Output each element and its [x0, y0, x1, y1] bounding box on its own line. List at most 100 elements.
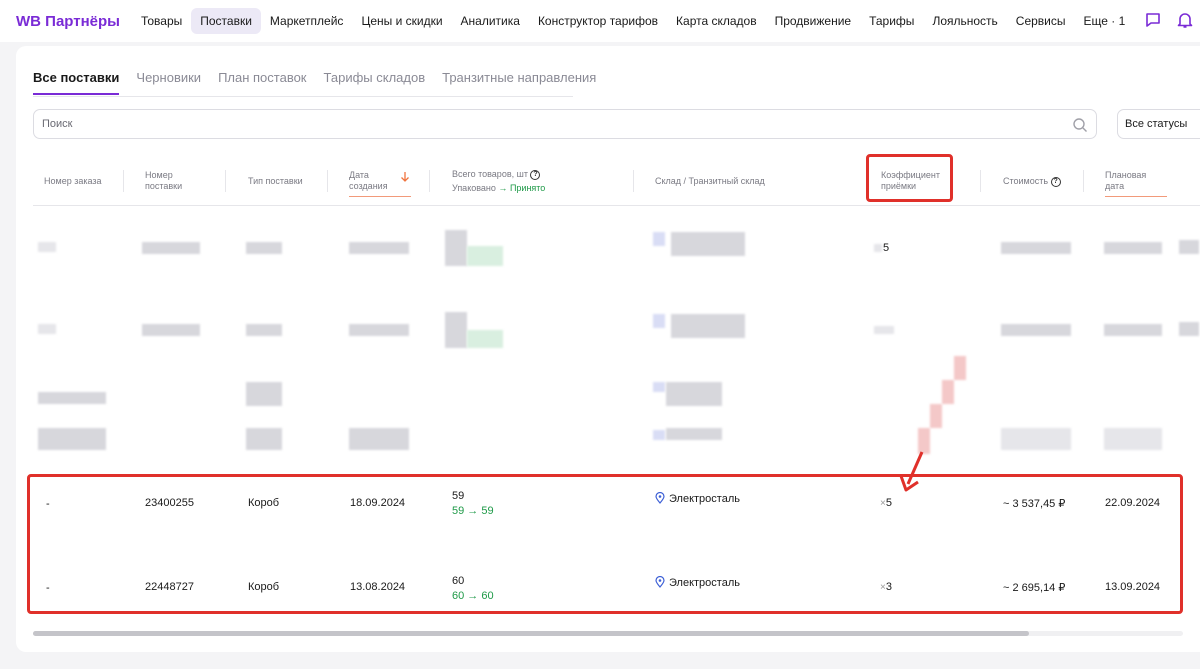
- blurred-cell: [38, 392, 106, 404]
- annotation-arrow-segment: [954, 356, 966, 380]
- tabs-divider: [33, 96, 573, 97]
- supply-tabs: Все поставки Черновики План поставок Тар…: [33, 70, 596, 95]
- col-supply-type: Тип поставки: [248, 176, 303, 186]
- blurred-cell: [445, 312, 467, 348]
- col-separator: [980, 170, 981, 192]
- col-supply-number-line2: поставки: [145, 181, 183, 191]
- highlight-coef-header: [866, 154, 953, 202]
- tab-supply-plan[interactable]: План поставок: [218, 70, 306, 95]
- top-bar: WB Партнёры Товары Поставки Маркетплейс …: [0, 0, 1200, 42]
- col-supply-number-line1: Номер: [145, 170, 173, 180]
- col-accepted-label: Принято: [509, 183, 546, 193]
- search-input[interactable]: Поиск: [33, 109, 1097, 139]
- blurred-cell: [246, 382, 282, 406]
- blurred-cell: [1001, 242, 1071, 254]
- nav-item-goods[interactable]: Товары: [132, 8, 191, 34]
- col-packed-label: Упаковано: [452, 183, 496, 193]
- col-planned-line1: Плановая: [1105, 170, 1147, 180]
- blurred-cell: [1179, 240, 1199, 254]
- annotation-arrow-segment: [942, 380, 954, 404]
- blurred-cell: [671, 232, 745, 256]
- nav-item-analytics[interactable]: Аналитика: [452, 8, 529, 34]
- tab-warehouse-tariffs[interactable]: Тарифы складов: [324, 70, 426, 95]
- col-created-line2: создания: [349, 181, 388, 191]
- col-order-number: Номер заказа: [44, 176, 102, 186]
- status-filter-select[interactable]: Все статусы: [1117, 109, 1200, 139]
- blurred-cell: [38, 428, 106, 450]
- blurred-cell: [467, 246, 503, 266]
- blurred-cell: [874, 326, 894, 334]
- col-planned-date[interactable]: Плановая дата: [1105, 170, 1146, 192]
- blurred-cell: [246, 324, 282, 336]
- col-separator: [225, 170, 226, 192]
- blurred-cell: [349, 242, 409, 254]
- blurred-cell: [874, 244, 882, 252]
- blurred-cell: [653, 430, 665, 440]
- nav-item-services[interactable]: Сервисы: [1007, 8, 1075, 34]
- col-warehouse: Склад / Транзитный склад: [655, 176, 765, 186]
- blurred-cell: [1179, 322, 1199, 336]
- col-planned-line2: дата: [1105, 181, 1125, 191]
- blurred-cell: [445, 230, 467, 266]
- blurred-cell: [1104, 242, 1162, 254]
- col-supply-number: Номер поставки: [145, 170, 182, 192]
- col-separator: [1083, 170, 1084, 192]
- tab-transit-routes[interactable]: Транзитные направления: [442, 70, 596, 95]
- tab-all-supplies[interactable]: Все поставки: [33, 70, 120, 95]
- sort-down-arrow-icon[interactable]: [400, 171, 410, 183]
- chat-icon[interactable]: [1144, 11, 1162, 34]
- search-icon[interactable]: [1072, 117, 1088, 133]
- col-total-goods-label: Всего товаров, шт: [452, 169, 528, 179]
- coef-value: 5: [883, 242, 890, 254]
- blurred-cell: [246, 242, 282, 254]
- col-separator: [123, 170, 124, 192]
- search-placeholder: Поиск: [42, 118, 73, 130]
- bell-icon[interactable]: [1176, 11, 1194, 34]
- main-nav: Товары Поставки Маркетплейс Цены и скидк…: [132, 8, 1134, 34]
- blurred-cell: [666, 428, 722, 440]
- blurred-cell: [653, 314, 665, 328]
- blurred-cell: [349, 324, 409, 336]
- col-separator: [633, 170, 634, 192]
- nav-item-promotion[interactable]: Продвижение: [766, 8, 861, 34]
- nav-item-prices[interactable]: Цены и скидки: [352, 8, 451, 34]
- blurred-cell: [666, 382, 722, 406]
- header-divider: [33, 205, 1200, 206]
- tab-drafts[interactable]: Черновики: [136, 70, 201, 95]
- horizontal-scrollbar-thumb[interactable]: [33, 631, 1029, 636]
- blurred-cell: [467, 330, 503, 348]
- blurred-cell: [671, 314, 745, 338]
- nav-item-warehouse-map[interactable]: Карта складов: [667, 8, 766, 34]
- blurred-cell: [1001, 428, 1071, 450]
- highlight-rows: [27, 474, 1183, 614]
- sort-indicator-created: [349, 196, 411, 197]
- nav-item-supplies[interactable]: Поставки: [191, 8, 261, 34]
- col-separator: [429, 170, 430, 192]
- blurred-cell: [246, 428, 282, 450]
- blurred-cell: [38, 324, 56, 334]
- sort-indicator-planned: [1105, 196, 1167, 197]
- col-separator: [327, 170, 328, 192]
- nav-item-tariff-builder[interactable]: Конструктор тарифов: [529, 8, 667, 34]
- col-cost: Стоимость ?: [1003, 176, 1061, 187]
- col-total-goods: Всего товаров, шт ? Упаковано → Принято: [452, 169, 545, 194]
- nav-item-tariffs[interactable]: Тарифы: [860, 8, 923, 34]
- logo[interactable]: WB Партнёры: [16, 13, 120, 30]
- help-icon[interactable]: ?: [1050, 176, 1061, 187]
- blurred-cell: [349, 428, 409, 450]
- annotation-arrow-segment: [930, 404, 942, 428]
- col-cost-label: Стоимость: [1003, 176, 1049, 186]
- blurred-cell: [1104, 428, 1162, 450]
- help-icon[interactable]: ?: [530, 169, 541, 180]
- blurred-cell: [1001, 324, 1071, 336]
- arrow-right-icon: →: [498, 183, 508, 193]
- blurred-cell: [1104, 324, 1162, 336]
- nav-item-loyalty[interactable]: Лояльность: [923, 8, 1006, 34]
- nav-item-more[interactable]: Еще · 1: [1075, 8, 1135, 34]
- blurred-cell: [142, 242, 200, 254]
- nav-item-marketplace[interactable]: Маркетплейс: [261, 8, 353, 34]
- col-created-date[interactable]: Дата создания: [349, 170, 388, 192]
- blurred-cell: [653, 382, 665, 392]
- blurred-cell: [142, 324, 200, 336]
- col-created-line1: Дата: [349, 170, 369, 180]
